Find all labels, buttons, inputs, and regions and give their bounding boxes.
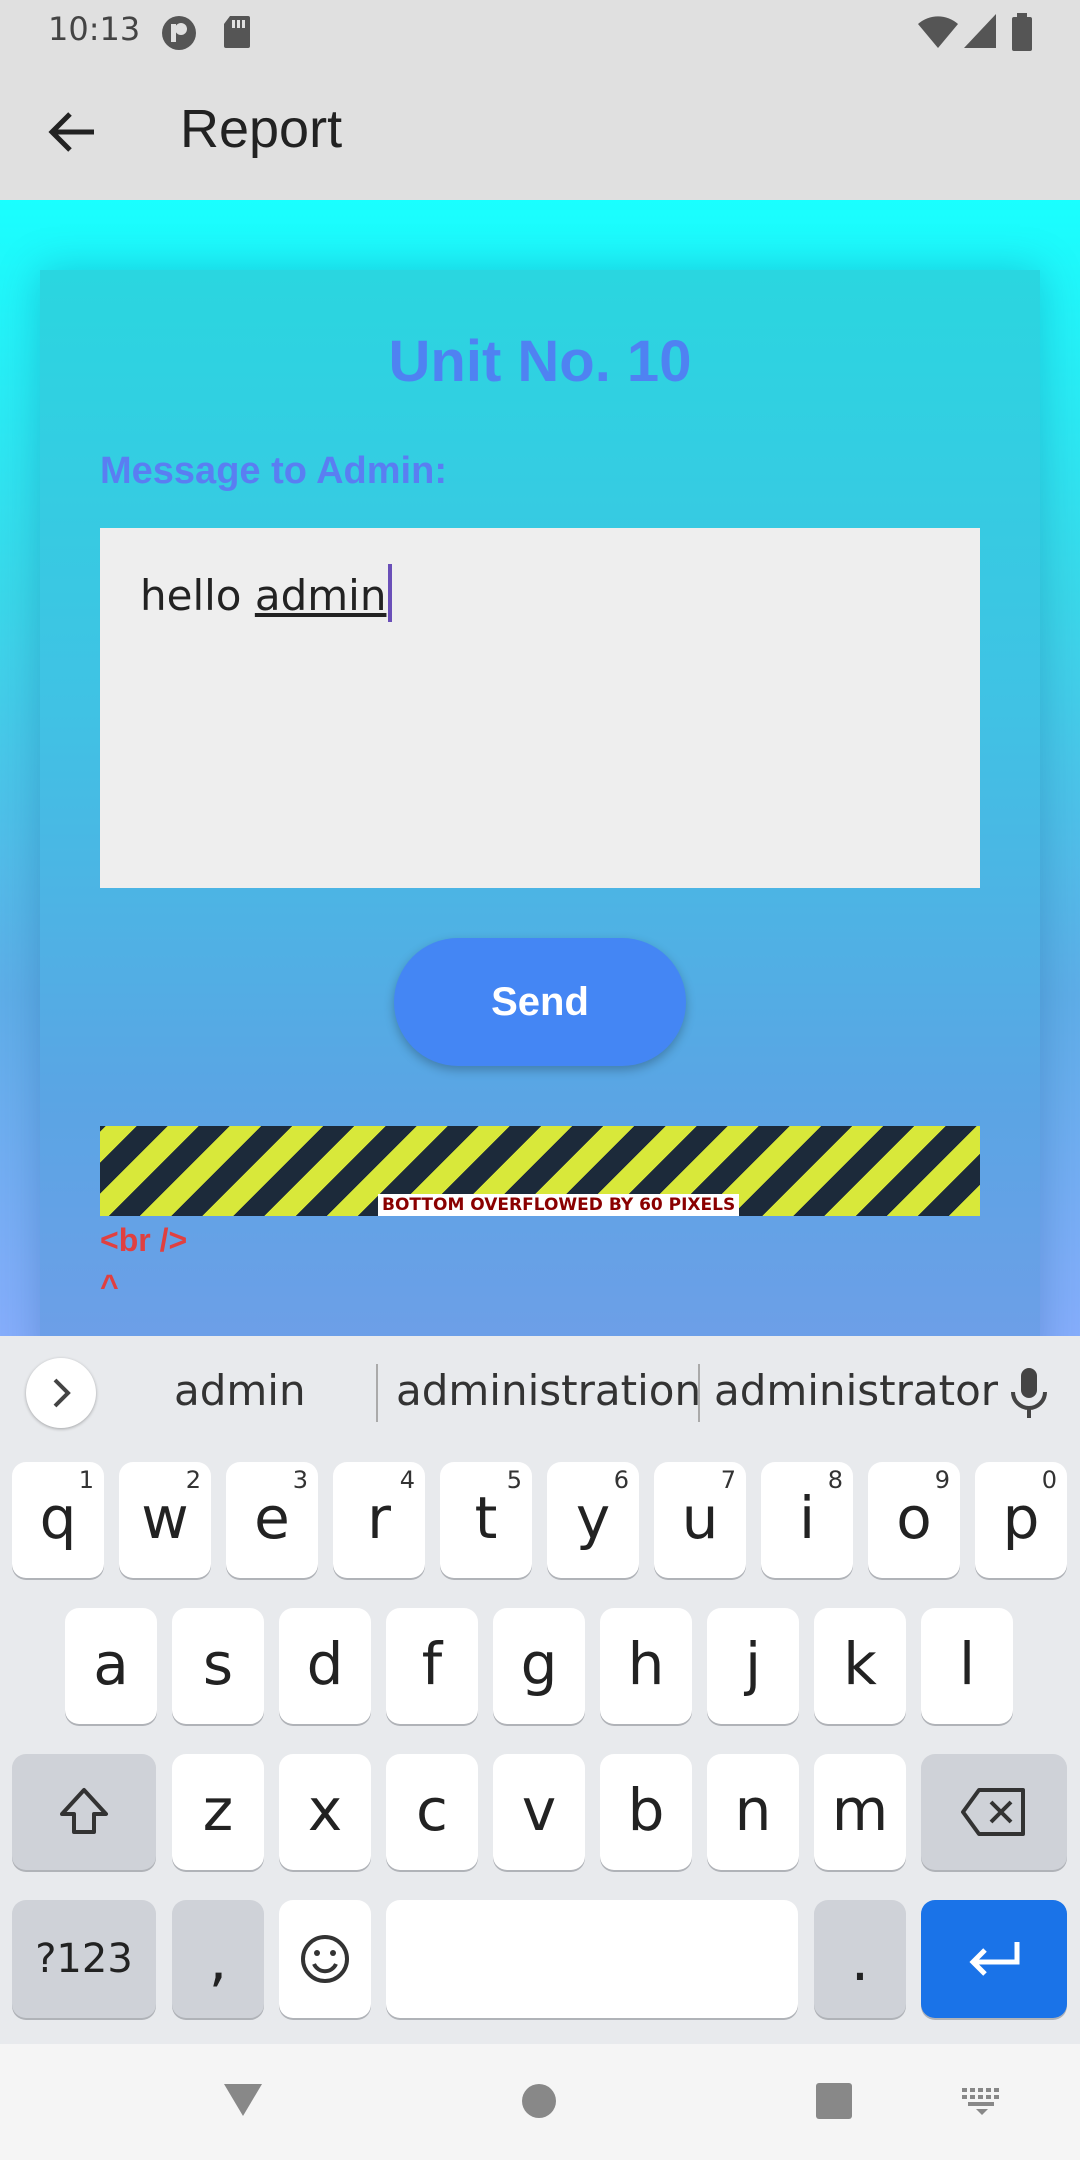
key-q[interactable]: 1q [12, 1462, 104, 1578]
key-u[interactable]: 7u [654, 1462, 746, 1578]
key-i[interactable]: 8i [761, 1462, 853, 1578]
text-caret [388, 564, 393, 622]
status-time: 10:13 [48, 10, 141, 48]
shift-key[interactable] [12, 1754, 156, 1870]
system-nav-bar [0, 2044, 1080, 2160]
comma-key[interactable]: , [172, 1900, 264, 2018]
key-t[interactable]: 5t [440, 1462, 532, 1578]
emoji-icon [301, 1935, 349, 1983]
key-m[interactable]: m [814, 1754, 906, 1870]
key-n[interactable]: n [707, 1754, 799, 1870]
key-p[interactable]: 0p [975, 1462, 1067, 1578]
key-r[interactable]: 4r [333, 1462, 425, 1578]
suggestion-divider [698, 1364, 700, 1422]
suggestion-1[interactable]: admin [174, 1366, 306, 1415]
suggestion-2[interactable]: administration [396, 1366, 701, 1415]
key-z[interactable]: z [172, 1754, 264, 1870]
key-k[interactable]: k [814, 1608, 906, 1724]
emoji-key[interactable] [279, 1900, 371, 2018]
key-s[interactable]: s [172, 1608, 264, 1724]
key-b[interactable]: b [600, 1754, 692, 1870]
suggestion-3[interactable]: administrator [714, 1366, 998, 1415]
battery-icon [1012, 13, 1032, 51]
suggestion-expand-button[interactable] [26, 1358, 96, 1428]
wifi-icon [918, 16, 958, 48]
error-line-br: <br /> [100, 1222, 188, 1258]
space-key[interactable] [386, 1900, 798, 2018]
unit-title: Unit No. 10 [388, 329, 692, 394]
notification-app-icon [162, 16, 196, 50]
enter-key[interactable] [921, 1900, 1067, 2018]
error-line-caret: ^ [100, 1268, 119, 1304]
message-text-composing: admin [254, 571, 387, 620]
key-w[interactable]: 2w [119, 1462, 211, 1578]
key-c[interactable]: c [386, 1754, 478, 1870]
key-f[interactable]: f [386, 1608, 478, 1724]
symbols-key[interactable]: ?123 [12, 1900, 156, 2018]
message-input[interactable]: hello admin [100, 528, 980, 888]
key-o[interactable]: 9o [868, 1462, 960, 1578]
page-title: Report [180, 99, 343, 159]
key-l[interactable]: l [921, 1608, 1013, 1724]
app-bar: Report [0, 64, 1080, 200]
key-x[interactable]: x [279, 1754, 371, 1870]
key-h[interactable]: h [600, 1608, 692, 1724]
soft-keyboard: admin administration administrator 1q 2w… [0, 1336, 1080, 2044]
suggestion-strip: admin administration administrator [0, 1336, 1080, 1448]
send-button[interactable]: Send [394, 938, 686, 1066]
period-key[interactable]: . [814, 1900, 906, 2018]
keyboard-switch-icon[interactable] [960, 2086, 1004, 2116]
key-j[interactable]: j [707, 1608, 799, 1724]
suggestion-divider [376, 1364, 378, 1422]
shift-icon [60, 1788, 108, 1834]
overflow-warning-stripes: BOTTOM OVERFLOWED BY 60 PIXELS [100, 1126, 980, 1216]
key-v[interactable]: v [493, 1754, 585, 1870]
enter-icon [969, 1942, 1020, 1976]
key-y[interactable]: 6y [547, 1462, 639, 1578]
key-g[interactable]: g [493, 1608, 585, 1724]
home-circle-icon[interactable] [520, 2082, 558, 2120]
chevron-right-icon [53, 1378, 71, 1408]
backspace-icon [961, 1788, 1025, 1836]
status-bar: 10:13 [0, 0, 1080, 64]
arrow-left-icon[interactable] [40, 100, 104, 164]
back-triangle-icon[interactable] [220, 2080, 266, 2120]
key-a[interactable]: a [65, 1608, 157, 1724]
recents-square-icon[interactable] [814, 2082, 854, 2120]
message-text-committed: hello [140, 571, 255, 620]
sd-card-icon [224, 16, 250, 48]
overflow-warning-label: BOTTOM OVERFLOWED BY 60 PIXELS [378, 1194, 740, 1216]
key-e[interactable]: 3e [226, 1462, 318, 1578]
key-d[interactable]: d [279, 1608, 371, 1724]
message-label: Message to Admin: [100, 450, 447, 492]
signal-icon [964, 14, 996, 48]
report-content: Unit No. 10 Message to Admin: hello admi… [0, 200, 1080, 1336]
microphone-icon[interactable] [1006, 1364, 1052, 1424]
message-input-value: hello admin [140, 564, 393, 622]
backspace-key[interactable] [921, 1754, 1067, 1870]
